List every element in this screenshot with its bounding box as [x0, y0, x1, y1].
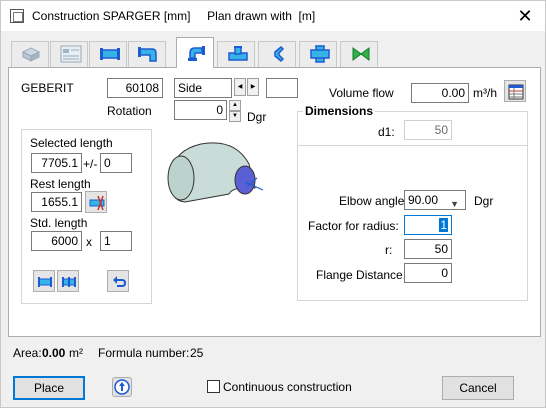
tab-valve[interactable] [340, 41, 378, 67]
elbow-angle-value: 90.00 [408, 193, 439, 207]
undo-icon [113, 276, 127, 287]
rest-length-button[interactable] [85, 191, 107, 213]
close-button[interactable]: ✕ [513, 5, 537, 27]
title-bar: Construction SPARGER [mm] Plan drawn wit… [1, 1, 545, 31]
flange-distance-field[interactable]: 0 [404, 263, 452, 283]
side-extra-field[interactable] [266, 78, 298, 98]
calculator-button[interactable] [504, 80, 526, 102]
r-label: r: [385, 243, 393, 257]
d1-field: 50 [404, 120, 452, 140]
pipe-left-button[interactable] [33, 270, 55, 292]
area-value: 0.00 [42, 346, 66, 360]
rest-length-field[interactable]: 1655.1 [31, 192, 82, 212]
formula-value: 25 [190, 346, 204, 360]
reducer-icon [274, 45, 285, 63]
info-button[interactable] [112, 377, 132, 397]
area-unit: m² [69, 346, 83, 360]
side-prev-button[interactable]: ◀ [234, 78, 246, 96]
dialog-window: Construction SPARGER [mm] Plan drawn wit… [0, 0, 546, 408]
volume-flow-unit: m³/h [473, 86, 497, 100]
manufacturer-label: GEBERIT [21, 81, 74, 95]
chevron-down-icon: ▼ [450, 199, 459, 209]
volume-flow-label: Volume flow [329, 86, 394, 100]
tab-elbow[interactable] [176, 37, 214, 68]
count-field[interactable]: 1 [100, 231, 132, 251]
pipe-cut-icon [89, 195, 105, 211]
dimensions-divider [298, 145, 527, 146]
tab-content-panel: GEBERIT 60108 Side ◀ ▶ Rotation 0 ▲ ▼ Dg… [8, 67, 541, 337]
area-label: Area: [13, 346, 42, 360]
upload-info-icon [114, 379, 130, 395]
app-icon [10, 9, 24, 23]
form-list-icon [60, 45, 82, 63]
undo-button[interactable] [107, 270, 129, 292]
elbow-icon [188, 46, 205, 61]
dimensions-title: Dimensions [303, 104, 376, 118]
std-length-label: Std. length [30, 216, 88, 230]
tee-icon [228, 46, 248, 61]
cancel-button[interactable]: Cancel [442, 376, 514, 400]
formula-label: Formula number: [98, 346, 190, 360]
factor-radius-label: Factor for radius: [308, 219, 399, 233]
times-label: x [86, 235, 92, 249]
tab-strip [1, 37, 546, 68]
continuous-construction-checkbox[interactable] [207, 380, 220, 393]
tab-tee[interactable] [217, 41, 255, 67]
rotation-down-button[interactable]: ▼ [229, 111, 241, 122]
place-button[interactable]: Place [13, 376, 85, 400]
plus-minus-label: +/- [83, 157, 98, 171]
tab-reducer[interactable] [258, 41, 296, 67]
elbow-angle-label: Elbow angle: [339, 194, 408, 208]
rest-length-label: Rest length [30, 177, 91, 191]
rotation-up-button[interactable]: ▲ [229, 100, 241, 111]
std-length-field[interactable]: 6000 [31, 231, 82, 251]
side-next-button[interactable]: ▶ [247, 78, 259, 96]
factor-radius-value: 1 [439, 218, 448, 232]
tab-straight-pipe[interactable] [89, 41, 127, 67]
rotation-unit-label: Dgr [247, 110, 267, 124]
selected-length-label: Selected length [30, 136, 113, 150]
rotation-field[interactable]: 0 [174, 100, 227, 120]
factor-radius-field[interactable]: 1 [404, 215, 452, 235]
d1-label: d1: [378, 125, 395, 139]
pipe-double-icon [62, 277, 76, 287]
side-field[interactable]: Side [174, 78, 232, 98]
r-field[interactable]: 50 [404, 239, 452, 259]
table-calculator-icon [508, 84, 524, 100]
continuous-construction-label: Continuous construction [223, 380, 352, 394]
straight-pipe-icon [100, 48, 120, 60]
elbow-preview-image [167, 142, 264, 203]
elbow-angle-select[interactable]: 90.00 ▼ [404, 190, 466, 210]
window-title: Construction SPARGER [mm] Plan drawn wit… [32, 9, 316, 23]
pipe-double-button[interactable] [57, 270, 79, 292]
elbow-angle-unit: Dgr [474, 194, 494, 208]
pipe-segment-icon [38, 277, 52, 287]
pipe-bend-icon [138, 47, 157, 62]
tab-pipe-bend[interactable] [128, 41, 166, 67]
hidden-cube-icon [21, 47, 41, 62]
selected-length-field[interactable]: 7705.1 [31, 153, 82, 173]
tab-3d-view[interactable] [11, 41, 49, 67]
valve-icon [352, 47, 370, 61]
volume-flow-field[interactable]: 0.00 [411, 83, 469, 103]
flange-distance-label: Flange Distance.: [316, 268, 410, 282]
tolerance-field[interactable]: 0 [100, 153, 132, 173]
cross-icon [310, 45, 330, 63]
rotation-label: Rotation [107, 104, 152, 118]
article-number-field[interactable]: 60108 [107, 78, 163, 98]
tab-cross[interactable] [299, 41, 337, 67]
tab-properties[interactable] [50, 41, 88, 67]
